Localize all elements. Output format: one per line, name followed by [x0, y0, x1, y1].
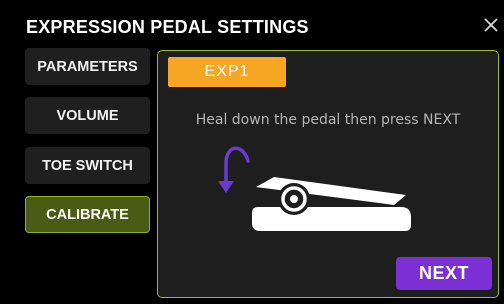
pedal-illustration — [218, 146, 411, 231]
instruction-text: Heal down the pedal then press NEXT — [195, 112, 461, 128]
curved-arrow-down-icon — [218, 146, 250, 193]
dialog-title: EXPRESSION PEDAL SETTINGS — [26, 17, 309, 37]
expression-pedal-icon — [252, 177, 411, 231]
sidebar-item-label: CALIBRATE — [46, 206, 129, 223]
sidebar-item-parameters[interactable]: PARAMETERS — [25, 48, 150, 85]
calibrate-panel: EXP1 Heal down the pedal then press NEXT… — [157, 50, 499, 298]
sidebar-item-calibrate[interactable]: CALIBRATE — [25, 196, 150, 233]
next-button[interactable]: NEXT — [396, 257, 492, 290]
sidebar-item-label: VOLUME — [56, 107, 119, 124]
sidebar-item-label: PARAMETERS — [37, 58, 138, 75]
sidebar-item-toe-switch[interactable]: TOE SWITCH — [25, 147, 150, 184]
tab-exp1[interactable]: EXP1 — [168, 57, 286, 87]
close-icon[interactable] — [480, 14, 502, 36]
tab-label: EXP1 — [204, 63, 250, 80]
sidebar-item-label: TOE SWITCH — [42, 157, 133, 174]
next-button-label: NEXT — [418, 263, 469, 283]
sidebar-item-volume[interactable]: VOLUME — [25, 97, 150, 134]
